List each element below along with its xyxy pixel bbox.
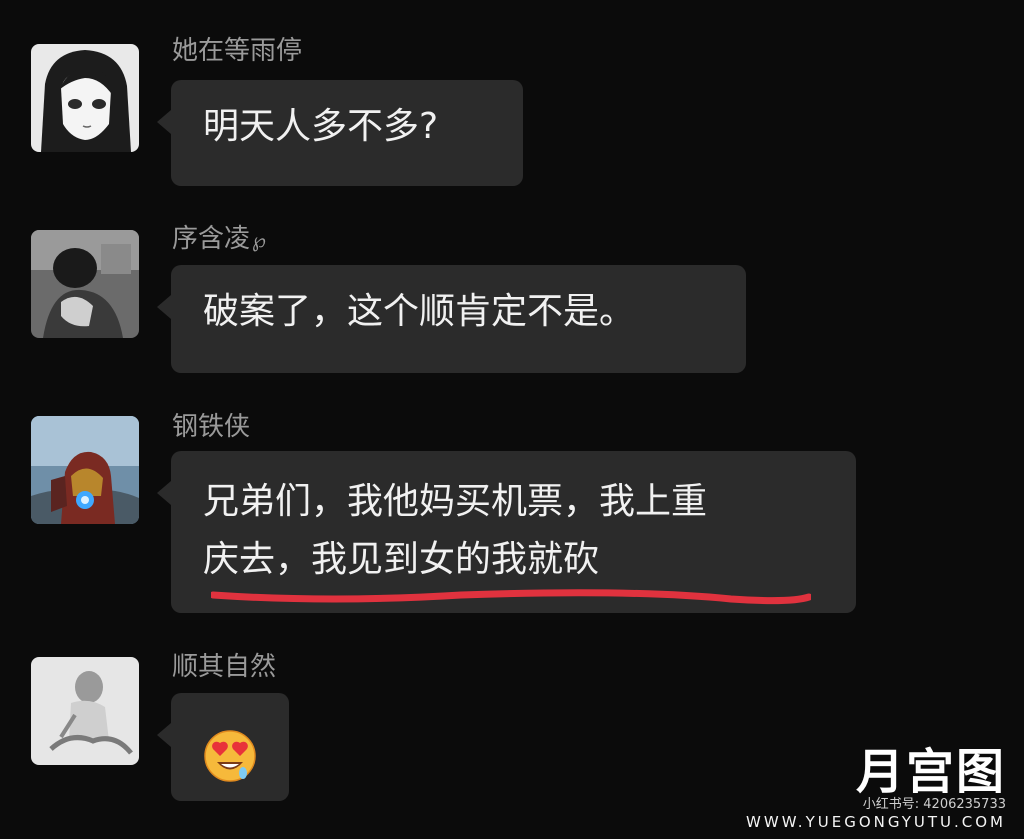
sender-name: 她在等雨停 bbox=[172, 36, 303, 66]
message-bubble[interactable] bbox=[157, 693, 289, 801]
message-text: 破案了，这个顺肯定不是。 bbox=[203, 291, 636, 332]
message-bubble[interactable]: 破案了，这个顺肯定不是。 bbox=[157, 265, 746, 373]
sender-name: 顺其自然 bbox=[172, 652, 277, 682]
message-bubble[interactable]: 兄弟们，我他妈买机票，我上重 庆去，我见到女的我就砍 bbox=[157, 451, 856, 613]
sender-name: 序含凌 ℘ bbox=[172, 224, 266, 255]
anime-girl-avatar-image bbox=[31, 44, 139, 152]
smiling-face-with-heart-eyes-emoji bbox=[204, 730, 256, 782]
avatar[interactable] bbox=[31, 44, 139, 152]
watermark-logo: 月宫图 bbox=[855, 744, 1006, 800]
avatar[interactable] bbox=[31, 657, 139, 765]
message-bubble[interactable]: 明天人多不多? bbox=[157, 80, 523, 186]
iron-man-avatar-image bbox=[31, 416, 139, 524]
message-text: 兄弟们，我他妈买机票，我上重 bbox=[203, 481, 708, 522]
watermark-site: WWW.YUEGONGYUTU.COM bbox=[746, 813, 1006, 831]
avatar[interactable] bbox=[31, 416, 139, 524]
watermark: 月宫图 小红书号: 4206235733 WWW.YUEGONGYUTU.COM bbox=[746, 747, 1006, 831]
message-text: 明天人多不多? bbox=[203, 106, 439, 147]
avatar[interactable] bbox=[31, 230, 139, 338]
sketch-figure-avatar-image bbox=[31, 657, 139, 765]
watermark-id-line: 小红书号: 4206235733 bbox=[862, 797, 1006, 812]
sender-name: 钢铁侠 bbox=[172, 412, 251, 442]
chat-window: 她在等雨停 明天人多不多? 序含凌 ℘ 破案了，这个顺肯定不是。 钢铁侠 兄弟们… bbox=[0, 0, 1024, 839]
monochrome-photo-avatar-image bbox=[31, 230, 139, 338]
red-underline-annotation bbox=[211, 589, 811, 605]
sender-symbol: ℘ bbox=[252, 228, 266, 252]
sender-name-text: 序含凌 bbox=[172, 224, 251, 254]
